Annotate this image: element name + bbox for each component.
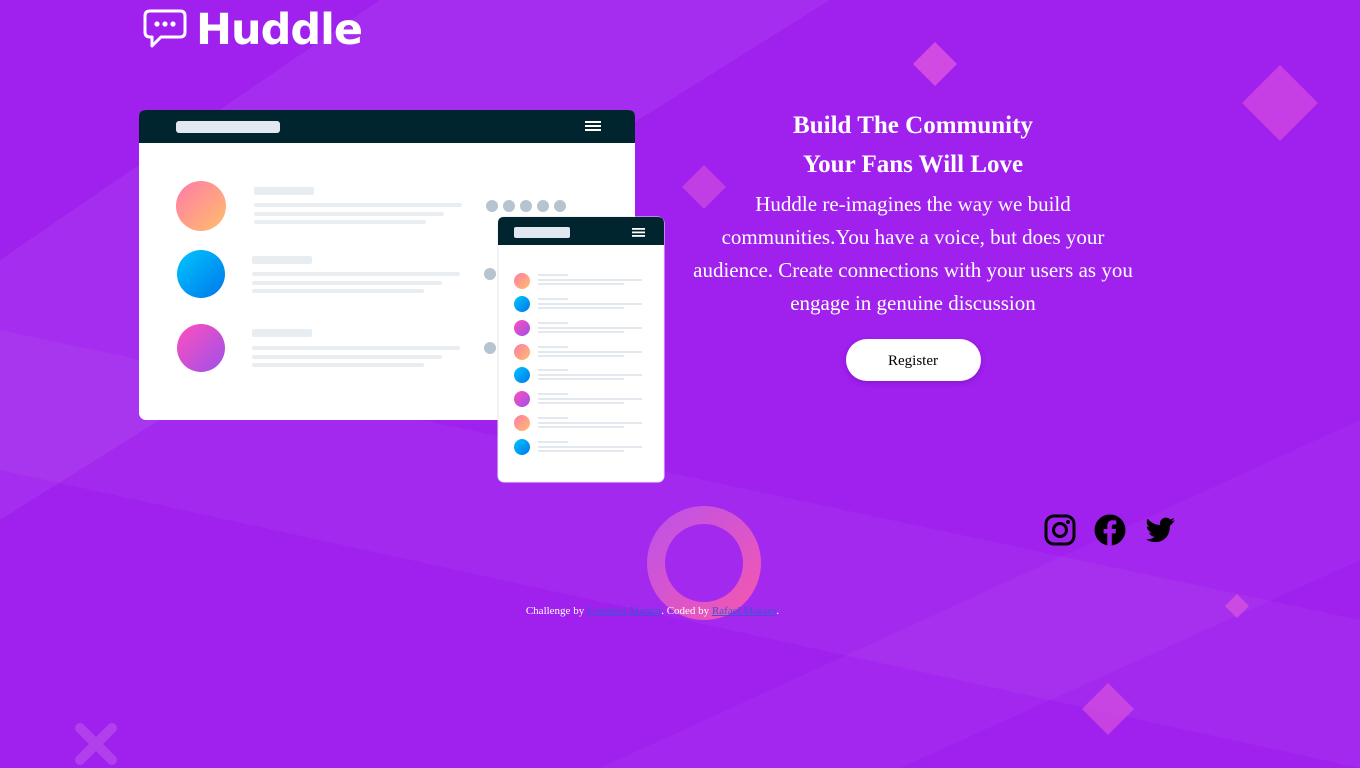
social-links bbox=[1043, 513, 1177, 547]
register-button[interactable]: Register bbox=[845, 339, 981, 381]
attribution-prefix: Challenge by bbox=[525, 605, 587, 617]
attribution-suffix: . bbox=[776, 605, 780, 617]
hero-title: Build The Community Your Fans Will Love bbox=[693, 106, 1133, 184]
challenge-link[interactable]: Frontend Mentor bbox=[587, 605, 661, 617]
attribution: Challenge by Frontend Mentor. Coded by R… bbox=[0, 605, 1305, 617]
hero-description: Huddle re-imagines the way we build comm… bbox=[693, 192, 1133, 315]
app-mockup-illustration bbox=[139, 110, 665, 483]
hero-title-line1: Build The Community bbox=[793, 112, 1033, 139]
author-link[interactable]: Rafael Moraes bbox=[712, 605, 776, 617]
brand-name: Huddle bbox=[196, 4, 363, 55]
speech-bubble-icon bbox=[143, 9, 187, 48]
attribution-middle: . Coded by bbox=[661, 605, 712, 617]
twitter-icon[interactable] bbox=[1143, 513, 1177, 547]
hero-title-line2: Your Fans Will Love bbox=[802, 151, 1024, 178]
hero-section: Build The Community Your Fans Will Love … bbox=[693, 106, 1133, 381]
facebook-icon[interactable] bbox=[1093, 513, 1127, 547]
brand-logo[interactable]: Huddle bbox=[142, 4, 363, 55]
instagram-icon[interactable] bbox=[1043, 513, 1077, 547]
